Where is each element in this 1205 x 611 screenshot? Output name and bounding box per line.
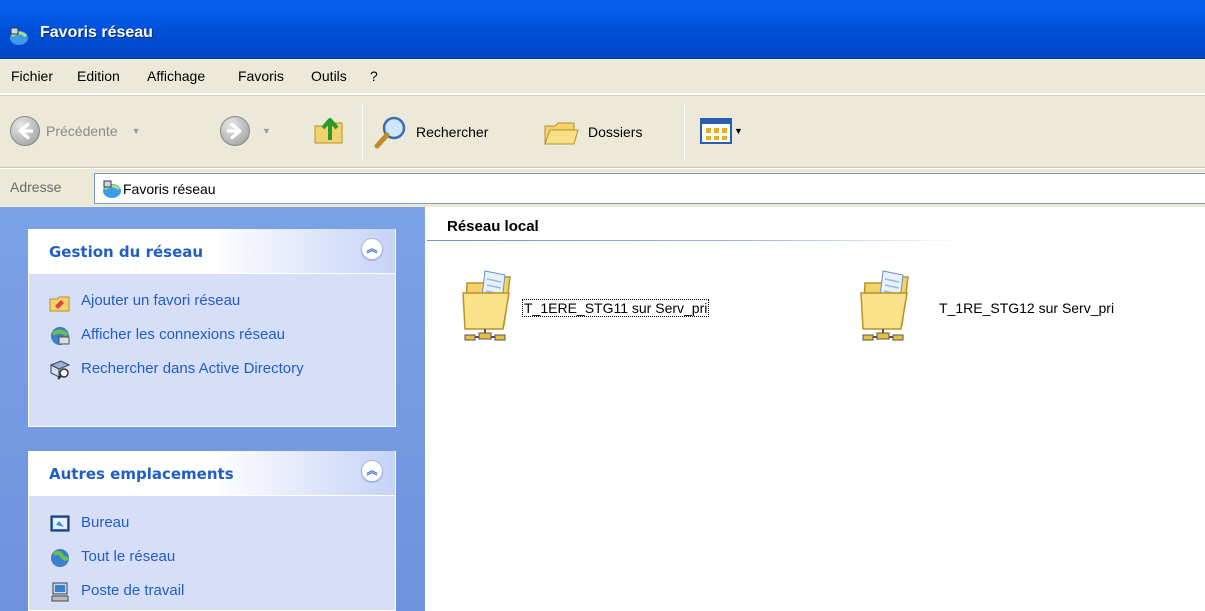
address-value: Favoris réseau [123, 181, 216, 197]
search-label: Rechercher [416, 124, 489, 140]
task-search-active-directory[interactable]: Rechercher dans Active Directory [49, 359, 311, 381]
folders-icon [544, 122, 579, 145]
desktop-icon [50, 515, 70, 532]
address-label: Adresse [10, 179, 62, 195]
task-label: Afficher les connexions réseau [81, 326, 286, 343]
add-network-place-icon [49, 296, 70, 312]
collapse-chevron-icon[interactable]: ︽ [361, 460, 383, 482]
network-places-icon [103, 180, 121, 198]
forward-dropdown-icon[interactable]: ▼ [262, 126, 271, 136]
group-divider [427, 240, 967, 241]
toolbar: Précédente ▼ ▼ Rechercher Dossiers ▼ [0, 95, 1205, 168]
network-share-folder-icon [462, 270, 511, 341]
task-label: Rechercher dans Active Directory [81, 360, 304, 377]
task-pane: Gestion du réseau ︽ Ajouter un favori ré… [0, 207, 425, 611]
place-label: Bureau [81, 514, 130, 531]
folders-label: Dossiers [588, 124, 643, 140]
toolbar-separator [684, 104, 685, 159]
title-bar: Favoris réseau [0, 0, 1205, 59]
back-button[interactable]: Précédente ▼ [10, 116, 141, 146]
back-arrow-icon [10, 116, 40, 146]
group-title: Réseau local [447, 218, 539, 235]
place-entire-network[interactable]: Tout le réseau [49, 547, 175, 569]
up-folder-icon [314, 118, 343, 144]
search-button[interactable]: Rechercher [374, 114, 488, 150]
network-places-icon [10, 27, 28, 45]
address-field[interactable]: Favoris réseau [94, 173, 1205, 204]
network-connections-icon [51, 327, 70, 345]
place-label: Poste de travail [81, 582, 185, 599]
window-title: Favoris réseau [40, 24, 153, 41]
network-share-item[interactable]: T_1ERE_STG11 sur Serv_pri [461, 269, 710, 347]
views-button[interactable]: ▼ [700, 118, 743, 144]
panel-title: Gestion du réseau [49, 243, 204, 261]
panel-header[interactable]: Gestion du réseau ︽ [29, 229, 395, 274]
menu-bar: Fichier Edition Affichage Favoris Outils… [0, 59, 1205, 94]
item-name: T_1RE_STG12 sur Serv_pri [939, 300, 1115, 316]
views-icon [700, 118, 732, 144]
place-label: Tout le réseau [81, 548, 176, 565]
forward-arrow-icon [220, 116, 250, 146]
content-pane: Réseau local T_1ERE_STG11 sur Serv_pri T… [425, 207, 1205, 611]
menu-edition[interactable]: Edition [77, 68, 120, 84]
task-add-network-place[interactable]: Ajouter un favori réseau [49, 291, 240, 313]
network-share-folder-icon [860, 270, 909, 341]
collapse-chevron-icon[interactable]: ︽ [361, 238, 383, 260]
forward-button[interactable]: ▼ [220, 116, 271, 146]
network-tasks-panel: Gestion du réseau ︽ Ajouter un favori ré… [28, 229, 396, 427]
place-my-computer[interactable]: Poste de travail [49, 581, 184, 603]
menu-outils[interactable]: Outils [311, 68, 347, 84]
item-name: T_1ERE_STG11 sur Serv_pri [521, 299, 710, 317]
toolbar-separator [362, 104, 363, 159]
menu-fichier[interactable]: Fichier [11, 68, 53, 84]
views-dropdown-icon[interactable]: ▼ [734, 126, 743, 136]
folders-button[interactable]: Dossiers [542, 114, 642, 150]
panel-header[interactable]: Autres emplacements ︽ [29, 451, 395, 496]
task-network-connections[interactable]: Afficher les connexions réseau [49, 325, 285, 347]
panel-title: Autres emplacements [49, 465, 234, 483]
task-label: Ajouter un favori réseau [81, 292, 241, 309]
search-icon [374, 116, 406, 149]
menu-favoris[interactable]: Favoris [238, 68, 284, 84]
menu-affichage[interactable]: Affichage [147, 68, 205, 84]
other-places-panel: Autres emplacements ︽ Bureau Tout le rés… [28, 451, 396, 611]
back-label: Précédente [46, 123, 118, 139]
address-bar: Adresse Favoris réseau [0, 169, 1205, 207]
entire-network-icon [51, 549, 70, 567]
network-share-item[interactable]: T_1RE_STG12 sur Serv_pri [859, 269, 1114, 347]
my-computer-icon [51, 582, 69, 602]
search-directory-icon [49, 360, 71, 380]
back-dropdown-icon[interactable]: ▼ [132, 126, 141, 136]
menu-help[interactable]: ? [370, 68, 378, 84]
up-folder-button[interactable] [312, 112, 348, 148]
place-desktop[interactable]: Bureau [49, 513, 129, 535]
